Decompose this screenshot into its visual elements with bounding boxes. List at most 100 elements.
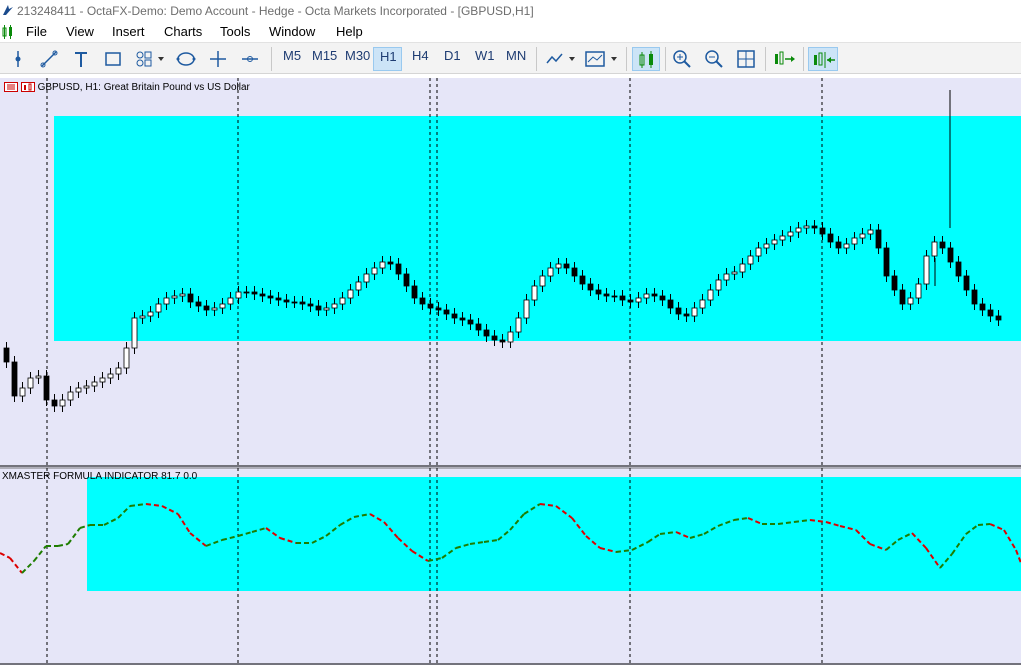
cursor-icon[interactable] <box>6 47 30 71</box>
text-icon[interactable] <box>69 47 93 71</box>
candle-body <box>163 297 170 305</box>
trendline-icon[interactable] <box>37 47 61 71</box>
menu-tools[interactable]: Tools <box>220 24 250 39</box>
menu-help[interactable]: Help <box>336 24 363 39</box>
chart-properties-icon[interactable] <box>20 82 35 93</box>
candle-body <box>123 347 130 369</box>
candle-body <box>539 275 546 287</box>
list-icon[interactable] <box>4 82 18 93</box>
timeframe-h1-button[interactable]: H1 <box>373 47 402 71</box>
candle-body <box>443 309 450 315</box>
candle-body <box>451 313 458 319</box>
candle-body <box>691 307 698 317</box>
candle-body <box>627 299 634 303</box>
timeframe-d1[interactable]: D1 <box>444 48 461 63</box>
candle-body <box>683 313 690 317</box>
candle-body <box>651 293 658 297</box>
candle-body <box>355 281 362 291</box>
menu-charts[interactable]: Charts <box>164 24 202 39</box>
candle-body <box>571 267 578 277</box>
candle-body <box>995 315 1002 321</box>
timeframe-m15[interactable]: M15 <box>312 48 337 63</box>
symbol-header: GBPUSD, H1: Great Britain Pound vs US Do… <box>37 82 250 93</box>
zoom-in-icon[interactable] <box>670 47 694 71</box>
candle-body <box>131 317 138 349</box>
candle-body <box>771 239 778 245</box>
candle-body <box>923 255 930 285</box>
candle-body <box>35 375 42 379</box>
timeframe-m5[interactable]: M5 <box>283 48 301 63</box>
candle-body <box>763 243 770 249</box>
candle-body <box>379 261 386 269</box>
window-title: 213248411 - OctaFX-Demo: Demo Account - … <box>17 4 534 18</box>
timeframe-mn[interactable]: MN <box>506 48 526 63</box>
candle-body <box>731 271 738 275</box>
template-icon[interactable] <box>583 47 621 71</box>
candle-body <box>115 367 122 375</box>
menu-insert[interactable]: Insert <box>112 24 145 39</box>
candle-body <box>339 297 346 305</box>
chart-header: GBPUSD, H1: Great Britain Pound vs US Do… <box>4 82 250 93</box>
zoom-out-icon[interactable] <box>702 47 726 71</box>
chart-shift-icon[interactable] <box>808 47 838 71</box>
chart-window[interactable]: GBPUSD, H1: Great Britain Pound vs US Do… <box>0 78 1021 665</box>
candle-body <box>267 295 274 299</box>
timeframe-w1[interactable]: W1 <box>475 48 495 63</box>
hline-icon[interactable] <box>238 47 262 71</box>
rectangle-icon[interactable] <box>101 47 125 71</box>
autoscroll-icon[interactable] <box>771 47 799 71</box>
timeframe-m30[interactable]: M30 <box>345 48 370 63</box>
toolbar-separator <box>271 47 272 71</box>
candle-body <box>435 307 442 311</box>
menu-window[interactable]: Window <box>269 24 315 39</box>
candles-icon[interactable] <box>632 47 660 71</box>
candle-body <box>475 323 482 331</box>
menu-view[interactable]: View <box>66 24 94 39</box>
candle-body <box>387 261 394 265</box>
candle-body <box>675 307 682 315</box>
candle-body <box>819 227 826 235</box>
candle-body <box>275 297 282 301</box>
candle-body <box>427 303 434 309</box>
object-icon[interactable] <box>174 47 198 71</box>
candle-body <box>963 275 970 291</box>
crosshair-icon[interactable] <box>206 47 230 71</box>
menu-file[interactable]: File <box>26 24 47 39</box>
toolbar-separator <box>626 47 627 71</box>
indicator-segment <box>67 527 81 545</box>
candle-body <box>739 263 746 273</box>
shapes-icon[interactable] <box>132 47 168 71</box>
candle-body <box>595 289 602 295</box>
menu-bar: File View Insert Charts Tools Window Hel… <box>0 22 1021 42</box>
chart-canvas[interactable] <box>0 78 1021 665</box>
candle-body <box>795 227 802 233</box>
candle-body <box>899 289 906 305</box>
title-bar: 213248411 - OctaFX-Demo: Demo Account - … <box>0 0 1021 22</box>
candle-body <box>331 303 338 309</box>
toolbar-separator <box>536 47 537 71</box>
candle-body <box>699 299 706 309</box>
candle-body <box>43 375 50 401</box>
timeframe-h4[interactable]: H4 <box>412 48 429 63</box>
main-highlight-zone <box>54 116 1021 341</box>
candle-body <box>611 295 618 298</box>
candle-body <box>11 361 18 397</box>
candle-body <box>915 283 922 299</box>
candle-body <box>643 293 650 299</box>
candle-body <box>787 231 794 237</box>
candle-body <box>715 279 722 291</box>
candle-body <box>395 263 402 275</box>
candle-body <box>587 283 594 291</box>
indicator-segment <box>33 545 47 562</box>
tile-icon[interactable] <box>734 47 758 71</box>
candle-body <box>283 299 290 303</box>
timeframe-h1: H1 <box>380 49 397 64</box>
candle-body <box>179 293 186 297</box>
candle-body <box>579 275 586 285</box>
indicators-icon[interactable] <box>543 47 579 71</box>
indicator-segment <box>21 560 35 574</box>
candle-body <box>859 233 866 239</box>
candle-body <box>251 291 258 295</box>
candle-body <box>51 399 58 407</box>
candle-body <box>155 303 162 313</box>
